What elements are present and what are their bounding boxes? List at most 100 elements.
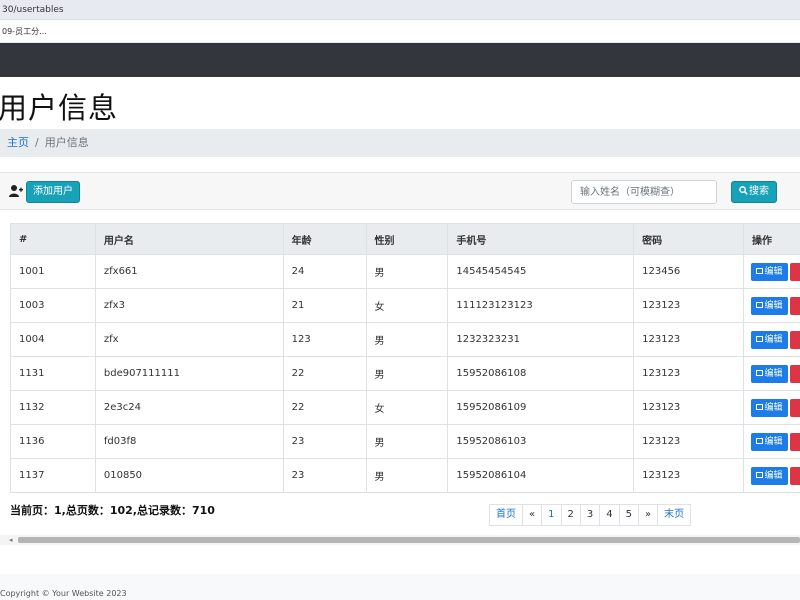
cell-phone: 15952086108 xyxy=(447,356,635,391)
cell-gender: 男 xyxy=(365,424,449,459)
delete-button[interactable] xyxy=(789,296,800,315)
edit-button-label: 编辑 xyxy=(764,402,783,413)
cell-phone: 14545454545 xyxy=(447,254,635,289)
table-header-row: # 用户名 年龄 性别 手机号 密码 操作 xyxy=(10,223,800,255)
scrollbar-thumb[interactable] xyxy=(18,537,800,543)
edit-button[interactable]: 编辑 xyxy=(750,262,788,281)
edit-icon xyxy=(756,471,764,478)
table-row: 1003 zfx3 21 女 111123123123 123123 编辑 xyxy=(10,288,800,323)
pagination-first[interactable]: 首页 xyxy=(489,504,523,526)
cell-phone: 1232323231 xyxy=(447,322,635,357)
footer: Copyright © Your Website 2023 xyxy=(0,574,800,600)
cell-age: 24 xyxy=(282,254,367,289)
table-row: 1001 zfx661 24 男 14545454545 123456 编辑 xyxy=(10,254,800,289)
cell-id: 1132 xyxy=(10,390,96,425)
cell-gender: 男 xyxy=(365,254,449,289)
cell-username: 010850 xyxy=(94,458,284,493)
pagination-prev[interactable]: « xyxy=(522,504,543,526)
cell-age: 23 xyxy=(282,424,367,459)
cell-id: 1131 xyxy=(10,356,96,391)
search-icon xyxy=(739,186,748,195)
edit-icon xyxy=(756,301,764,308)
edit-button[interactable]: 编辑 xyxy=(750,296,788,315)
column-header-username: 用户名 xyxy=(94,223,284,255)
pagination-page-5[interactable]: 5 xyxy=(618,504,639,526)
delete-button[interactable] xyxy=(789,364,800,383)
edit-icon xyxy=(756,403,764,410)
breadcrumb-current: 用户信息 xyxy=(44,136,89,149)
cell-password: 123456 xyxy=(633,254,744,289)
cell-actions: 编辑 xyxy=(742,322,800,357)
edit-icon xyxy=(756,267,764,274)
cell-id: 1137 xyxy=(10,458,96,493)
cell-gender: 女 xyxy=(365,288,449,323)
pagination-page-2[interactable]: 2 xyxy=(560,504,581,526)
cell-age: 22 xyxy=(282,390,367,425)
cell-actions: 编辑 xyxy=(742,254,800,289)
edit-button[interactable]: 编辑 xyxy=(750,330,788,349)
cell-password: 123123 xyxy=(633,356,744,391)
cell-age: 22 xyxy=(282,356,367,391)
edit-icon xyxy=(756,369,764,376)
cell-actions: 编辑 xyxy=(742,356,800,391)
edit-button-label: 编辑 xyxy=(764,436,783,447)
cell-actions: 编辑 xyxy=(742,424,800,459)
browser-url-bar[interactable]: 30/usertables xyxy=(0,0,800,20)
edit-button[interactable]: 编辑 xyxy=(750,466,788,485)
table-row: 1137 010850 23 男 15952086104 123123 编辑 xyxy=(10,458,800,493)
cell-username: zfx661 xyxy=(94,254,284,289)
delete-button[interactable] xyxy=(789,466,800,485)
toolbar: 添加用户 搜索 xyxy=(0,172,800,210)
cell-id: 1004 xyxy=(10,322,96,357)
delete-button[interactable] xyxy=(789,262,800,281)
bookmarks-bar: 09-员工分... xyxy=(0,20,800,43)
user-table-container: # 用户名 年龄 性别 手机号 密码 操作 1001 zfx661 24 男 1… xyxy=(10,223,800,493)
cell-username: bde907111111 xyxy=(94,356,284,391)
pagination-page-1[interactable]: 1 xyxy=(541,504,562,526)
delete-button[interactable] xyxy=(789,432,800,451)
add-user-button[interactable]: 添加用户 xyxy=(26,181,80,203)
breadcrumb-separator: / xyxy=(35,136,39,149)
edit-button-label: 编辑 xyxy=(764,470,783,481)
scroll-left-arrow-icon[interactable]: ◂ xyxy=(9,536,13,544)
cell-gender: 女 xyxy=(365,390,449,425)
edit-icon xyxy=(756,437,764,444)
pagination-page-4[interactable]: 4 xyxy=(599,504,620,526)
cell-gender: 男 xyxy=(365,356,449,391)
search-button[interactable]: 搜索 xyxy=(731,181,777,203)
delete-button[interactable] xyxy=(789,330,800,349)
cell-username: 2e3c24 xyxy=(94,390,284,425)
table-row: 1136 fd03f8 23 男 15952086103 123123 编辑 xyxy=(10,424,800,459)
page-title: 用户信息 xyxy=(0,91,119,125)
cell-id: 1003 xyxy=(10,288,96,323)
cell-password: 123123 xyxy=(633,458,744,493)
cell-username: fd03f8 xyxy=(94,424,284,459)
footer-copyright: Copyright © Your Website 2023 xyxy=(0,589,127,598)
edit-button[interactable]: 编辑 xyxy=(750,432,788,451)
search-input[interactable] xyxy=(571,180,717,204)
horizontal-scrollbar[interactable]: ◂ xyxy=(0,535,800,545)
column-header-phone: 手机号 xyxy=(447,223,635,255)
column-header-password: 密码 xyxy=(633,223,744,255)
table-body: 1001 zfx661 24 男 14545454545 123456 编辑 1… xyxy=(10,254,800,493)
edit-icon xyxy=(756,335,764,342)
pagination-next[interactable]: » xyxy=(638,504,659,526)
bookmark-item[interactable]: 09-员工分... xyxy=(2,27,47,36)
cell-phone: 15952086104 xyxy=(447,458,635,493)
table-row: 1131 bde907111111 22 男 15952086108 12312… xyxy=(10,356,800,391)
cell-username: zfx xyxy=(94,322,284,357)
edit-button-label: 编辑 xyxy=(764,334,783,345)
column-header-gender: 性别 xyxy=(365,223,449,255)
delete-button[interactable] xyxy=(789,398,800,417)
edit-button[interactable]: 编辑 xyxy=(750,398,788,417)
pagination-last[interactable]: 末页 xyxy=(657,504,692,526)
edit-button-label: 编辑 xyxy=(764,266,783,277)
column-header-actions: 操作 xyxy=(742,223,800,255)
pagination-page-3[interactable]: 3 xyxy=(579,504,601,526)
cell-phone: 15952086109 xyxy=(447,390,635,425)
edit-button[interactable]: 编辑 xyxy=(750,364,788,383)
cell-actions: 编辑 xyxy=(742,288,800,323)
edit-button-label: 编辑 xyxy=(764,300,783,311)
column-header-age: 年龄 xyxy=(282,223,367,255)
breadcrumb-home-link[interactable]: 主页 xyxy=(7,136,29,149)
